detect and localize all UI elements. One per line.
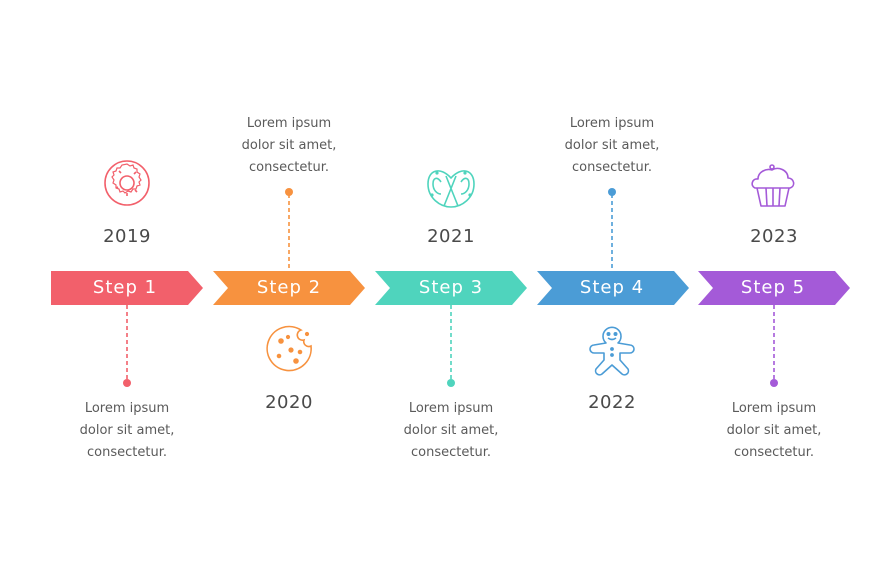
- gingerbread-icon: [589, 326, 635, 376]
- step-2-label: Step 2: [256, 277, 322, 298]
- step-1-connector: [123, 305, 131, 387]
- step-5-label: Step 5: [740, 277, 806, 298]
- step-3-description: Lorem ipsum dolor sit amet, consectetur.: [403, 401, 499, 460]
- timeline-diagram: Step 1 Step 2 Step 3 Step 4 Step 5 2019 …: [0, 0, 881, 569]
- step-4-connector: [608, 188, 616, 271]
- step-2-description: Lorem ipsum dolor sit amet, consectetur.: [241, 116, 337, 175]
- step-5-description: Lorem ipsum dolor sit amet, consectetur.: [726, 401, 822, 460]
- pretzel-icon: [427, 170, 475, 208]
- step-5-connector: [770, 305, 778, 387]
- step-4-description: Lorem ipsum dolor sit amet, consectetur.: [564, 116, 660, 175]
- donut-icon: [104, 160, 150, 206]
- step-1-label: Step 1: [92, 277, 158, 298]
- step-3-label: Step 3: [418, 277, 484, 298]
- step-4-year: 2022: [588, 392, 636, 413]
- step-2-connector: [285, 188, 293, 271]
- step-4-label: Step 4: [579, 277, 645, 298]
- cookie-icon: [266, 325, 312, 372]
- step-5-year: 2023: [750, 226, 798, 247]
- step-2-year: 2020: [265, 392, 313, 413]
- step-1-description: Lorem ipsum dolor sit amet, consectetur.: [79, 401, 175, 460]
- cupcake-icon: [751, 164, 795, 207]
- step-3-connector: [447, 305, 455, 387]
- step-1-year: 2019: [103, 226, 151, 247]
- step-3-year: 2021: [427, 226, 475, 247]
